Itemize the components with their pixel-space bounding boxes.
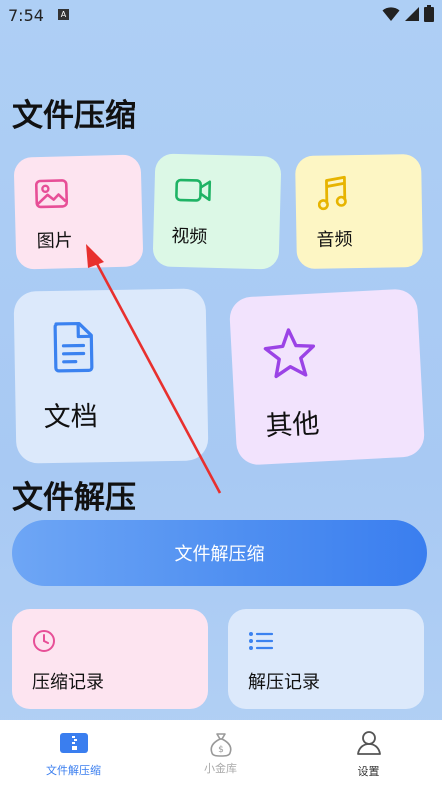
tab-file-extract-label: 文件解压缩	[46, 764, 101, 777]
svg-text:$: $	[218, 745, 224, 755]
zip-file-icon	[60, 733, 88, 753]
tab-vault-label: 小金库	[204, 762, 237, 775]
red-arrow-annotation	[86, 244, 222, 494]
tab-settings[interactable]: 设置	[295, 720, 442, 785]
tab-file-extract[interactable]: 文件解压缩	[0, 720, 147, 785]
person-icon	[357, 731, 381, 755]
money-bag-icon: $	[210, 733, 232, 757]
bottom-tab-bar: 文件解压缩 $ 小金库 设置	[0, 720, 442, 785]
tab-settings-label: 设置	[357, 765, 380, 778]
tab-vault[interactable]: $ 小金库	[147, 720, 294, 785]
